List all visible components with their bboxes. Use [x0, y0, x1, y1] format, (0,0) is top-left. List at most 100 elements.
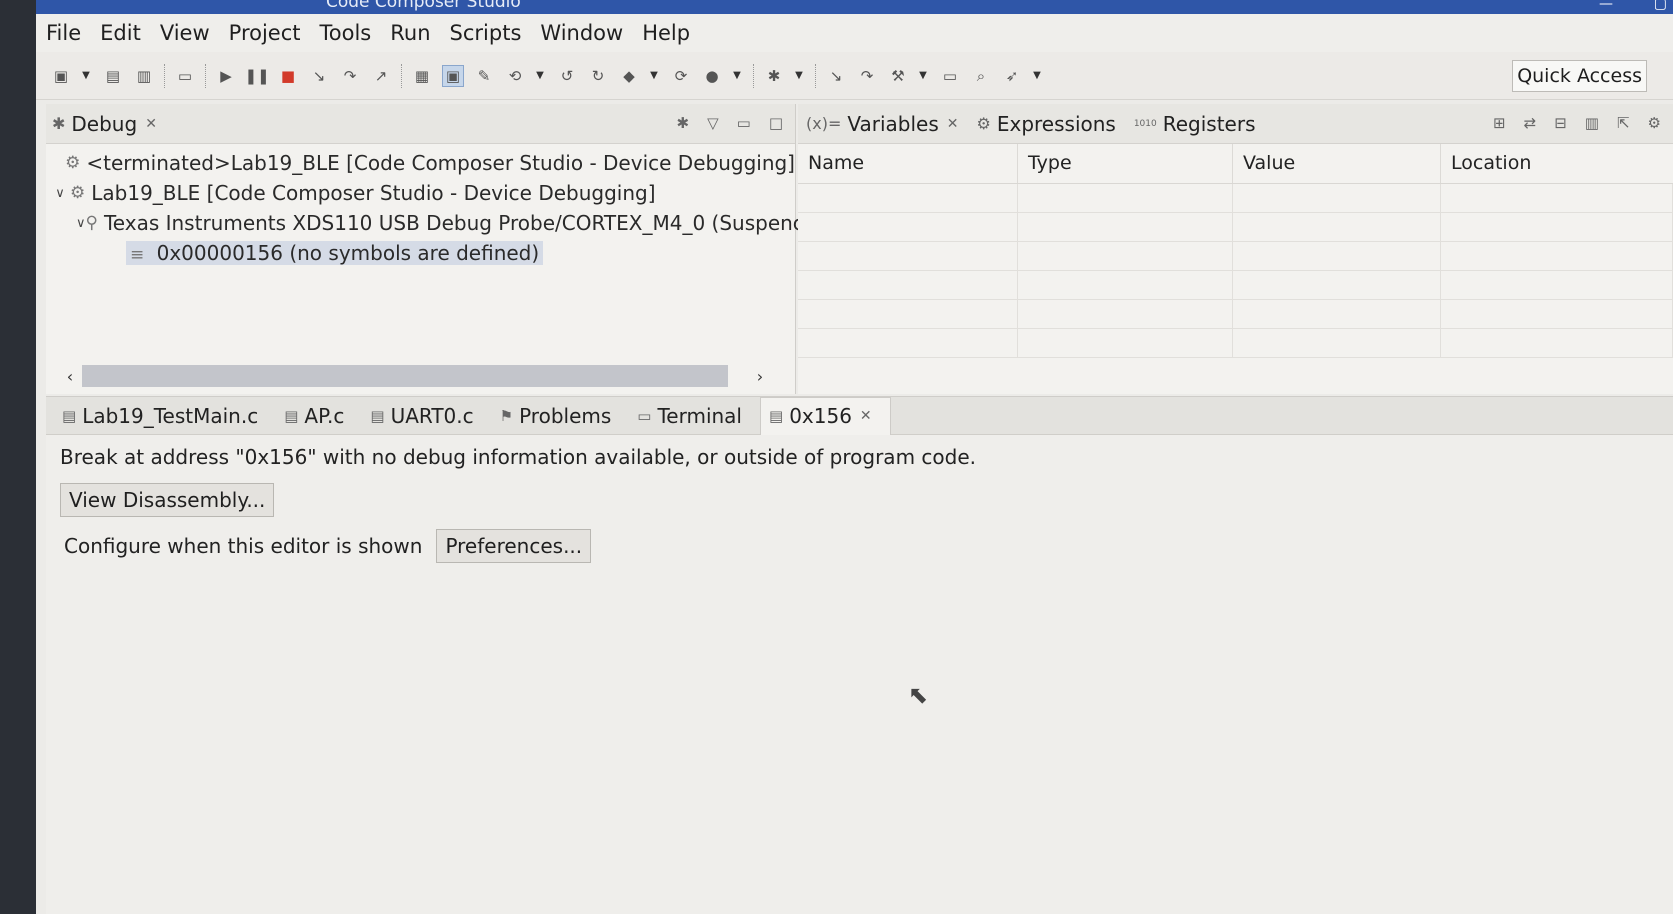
terminate-icon[interactable]: ■	[277, 65, 299, 87]
tab-problems[interactable]: ⚑ Problems	[492, 397, 630, 435]
menu-file[interactable]: File	[46, 21, 81, 45]
view-disassembly-button[interactable]: View Disassembly...	[60, 483, 275, 517]
tree-item-session[interactable]: ∨ ⚙ Lab19_BLE [Code Composer Studio - De…	[46, 178, 795, 208]
menu-help[interactable]: Help	[642, 21, 690, 45]
flash-icon[interactable]: ●	[701, 65, 723, 87]
export-icon[interactable]: ⇱	[1617, 114, 1630, 132]
tab-label: Problems	[519, 403, 612, 428]
close-icon[interactable]: ✕	[947, 116, 959, 132]
main-toolbar: ▣ ▼ ▤ ▥ ▭ ▶ ❚❚ ■ ↘ ↷ ↗ ▦ ▣ ✎ ⟲ ▼ ↺ ↻ ◆ ▼…	[36, 52, 1673, 100]
tab-lab19-testmain[interactable]: ▤ Lab19_TestMain.c	[54, 397, 276, 435]
search-icon[interactable]: ⌕	[970, 65, 992, 87]
chevron-down-icon[interactable]: ▼	[794, 65, 804, 87]
editor-tabs: ▤ Lab19_TestMain.c ▤ AP.c ▤ UART0.c ⚑ Pr…	[46, 396, 1673, 435]
chevron-down-icon[interactable]: ▼	[81, 65, 91, 87]
chevron-down-icon[interactable]: ∨	[76, 216, 86, 231]
remove-terminated-icon[interactable]: ✱	[677, 114, 690, 132]
memory-grid-icon[interactable]: ▦	[411, 65, 433, 87]
registers-icon: 1010	[1133, 118, 1157, 129]
tree-item-stack-frame[interactable]: ≡ 0x00000156 (no symbols are defined)	[46, 238, 795, 268]
target-connection-icon[interactable]: ▣	[442, 64, 464, 87]
preferences-button[interactable]: Preferences...	[436, 529, 592, 563]
tree-item-debug-probe[interactable]: ∨ ⚲ Texas Instruments XDS110 USB Debug P…	[46, 208, 804, 238]
minimize-view-icon[interactable]: ▭	[737, 114, 751, 132]
tree-item-terminated-session[interactable]: ⚙ <terminated>Lab19_BLE [Code Composer S…	[46, 148, 795, 178]
chevron-down-icon[interactable]: ▼	[918, 65, 928, 87]
tab-ap-c[interactable]: ▤ AP.c	[276, 397, 362, 435]
reset-icon[interactable]: ⟲	[504, 65, 526, 87]
load-program-icon[interactable]: ↻	[587, 65, 609, 87]
step-return-icon[interactable]: ↗	[370, 65, 392, 87]
suspend-icon[interactable]: ❚❚	[244, 65, 269, 87]
table-row	[798, 271, 1673, 300]
new-icon[interactable]: ▣	[50, 65, 72, 87]
column-type[interactable]: Type	[1018, 144, 1233, 183]
column-location[interactable]: Location	[1441, 144, 1673, 183]
view-menu-icon[interactable]: ▽	[707, 114, 719, 132]
show-logical-structure-icon[interactable]: ⇄	[1524, 114, 1537, 132]
scroll-thumb[interactable]	[82, 365, 728, 387]
variables-view-actions: ⊞ ⇄ ⊟ ▥ ⇱ ⚙	[1475, 114, 1661, 132]
maximize-icon[interactable]: ▢	[1654, 0, 1667, 12]
tools-icon[interactable]: ✎	[473, 65, 495, 87]
rocket-icon[interactable]: ➶	[1001, 65, 1023, 87]
menu-view[interactable]: View	[160, 21, 210, 45]
hammer-icon[interactable]: ⚒	[887, 65, 909, 87]
console-icon[interactable]: ▭	[939, 65, 961, 87]
chevron-down-icon[interactable]: ▼	[535, 65, 545, 87]
column-value[interactable]: Value	[1233, 144, 1441, 183]
minimize-icon[interactable]: —	[1599, 0, 1613, 12]
close-icon[interactable]: ✕	[145, 116, 157, 132]
maximize-view-icon[interactable]: □	[769, 114, 783, 132]
menu-run[interactable]: Run	[390, 21, 430, 45]
expressions-icon: ⚙	[976, 114, 991, 133]
chevron-down-icon[interactable]: ▼	[1032, 65, 1042, 87]
build-icon[interactable]: ◆	[618, 65, 640, 87]
chevron-down-icon[interactable]: ▼	[649, 65, 659, 87]
session-icon: ⚙	[70, 183, 86, 203]
bug-icon[interactable]: ✱	[763, 65, 785, 87]
toolbar-separator	[753, 63, 754, 88]
chevron-down-icon[interactable]: ∨	[50, 186, 70, 201]
close-icon[interactable]: ✕	[860, 408, 872, 424]
menu-scripts[interactable]: Scripts	[450, 21, 522, 45]
debug-view-icon[interactable]: ▭	[174, 65, 196, 87]
save-all-icon[interactable]: ▥	[133, 65, 155, 87]
collapse-all-icon[interactable]: ⊟	[1554, 114, 1567, 132]
instruction-step-over-icon[interactable]: ↷	[856, 65, 878, 87]
menu-bar: File Edit View Project Tools Run Scripts…	[36, 14, 1673, 52]
instruction-step-into-icon[interactable]: ↘	[825, 65, 847, 87]
menu-window[interactable]: Window	[540, 21, 623, 45]
restart-icon[interactable]: ↺	[556, 65, 578, 87]
column-name[interactable]: Name	[798, 144, 1018, 183]
menu-edit[interactable]: Edit	[100, 21, 141, 45]
layout-icon[interactable]: ▥	[1585, 114, 1599, 132]
debug-view-header: ✱ Debug ✕ ✱ ▽ ▭ □	[46, 104, 795, 144]
tab-variables[interactable]: (x)= Variables ✕	[806, 112, 959, 136]
window-title: Code Composer Studio	[326, 0, 521, 12]
menu-project[interactable]: Project	[229, 21, 301, 45]
scroll-left-icon[interactable]: ‹	[58, 367, 82, 386]
step-over-icon[interactable]: ↷	[339, 65, 361, 87]
tab-registers[interactable]: 1010 Registers	[1134, 112, 1256, 136]
toolbar-separator	[164, 63, 165, 88]
tab-debug[interactable]: ✱ Debug ✕	[52, 112, 157, 136]
variables-table-header: Name Type Value Location	[798, 144, 1673, 184]
tab-expressions[interactable]: ⚙ Expressions	[977, 112, 1116, 136]
editor-area: ▤ Lab19_TestMain.c ▤ AP.c ▤ UART0.c ⚑ Pr…	[46, 396, 1673, 914]
menu-tools[interactable]: Tools	[320, 21, 372, 45]
resume-icon[interactable]: ▶	[215, 65, 237, 87]
tab-0x156[interactable]: ▤ 0x156 ✕	[760, 396, 891, 435]
step-into-icon[interactable]: ↘	[308, 65, 330, 87]
tab-terminal[interactable]: ▭ Terminal	[629, 397, 760, 435]
chevron-down-icon[interactable]: ▼	[732, 65, 742, 87]
refresh-icon[interactable]: ⟳	[670, 65, 692, 87]
save-icon[interactable]: ▤	[102, 65, 124, 87]
thread-icon: ⚲	[85, 213, 98, 233]
tab-uart0-c[interactable]: ▤ UART0.c	[362, 397, 491, 435]
scroll-right-icon[interactable]: ›	[748, 367, 772, 386]
show-type-names-icon[interactable]: ⊞	[1493, 114, 1506, 132]
horizontal-scrollbar[interactable]: ‹ ›	[58, 364, 778, 388]
settings-icon[interactable]: ⚙	[1648, 114, 1661, 132]
quick-access-input[interactable]: Quick Access	[1512, 60, 1647, 92]
